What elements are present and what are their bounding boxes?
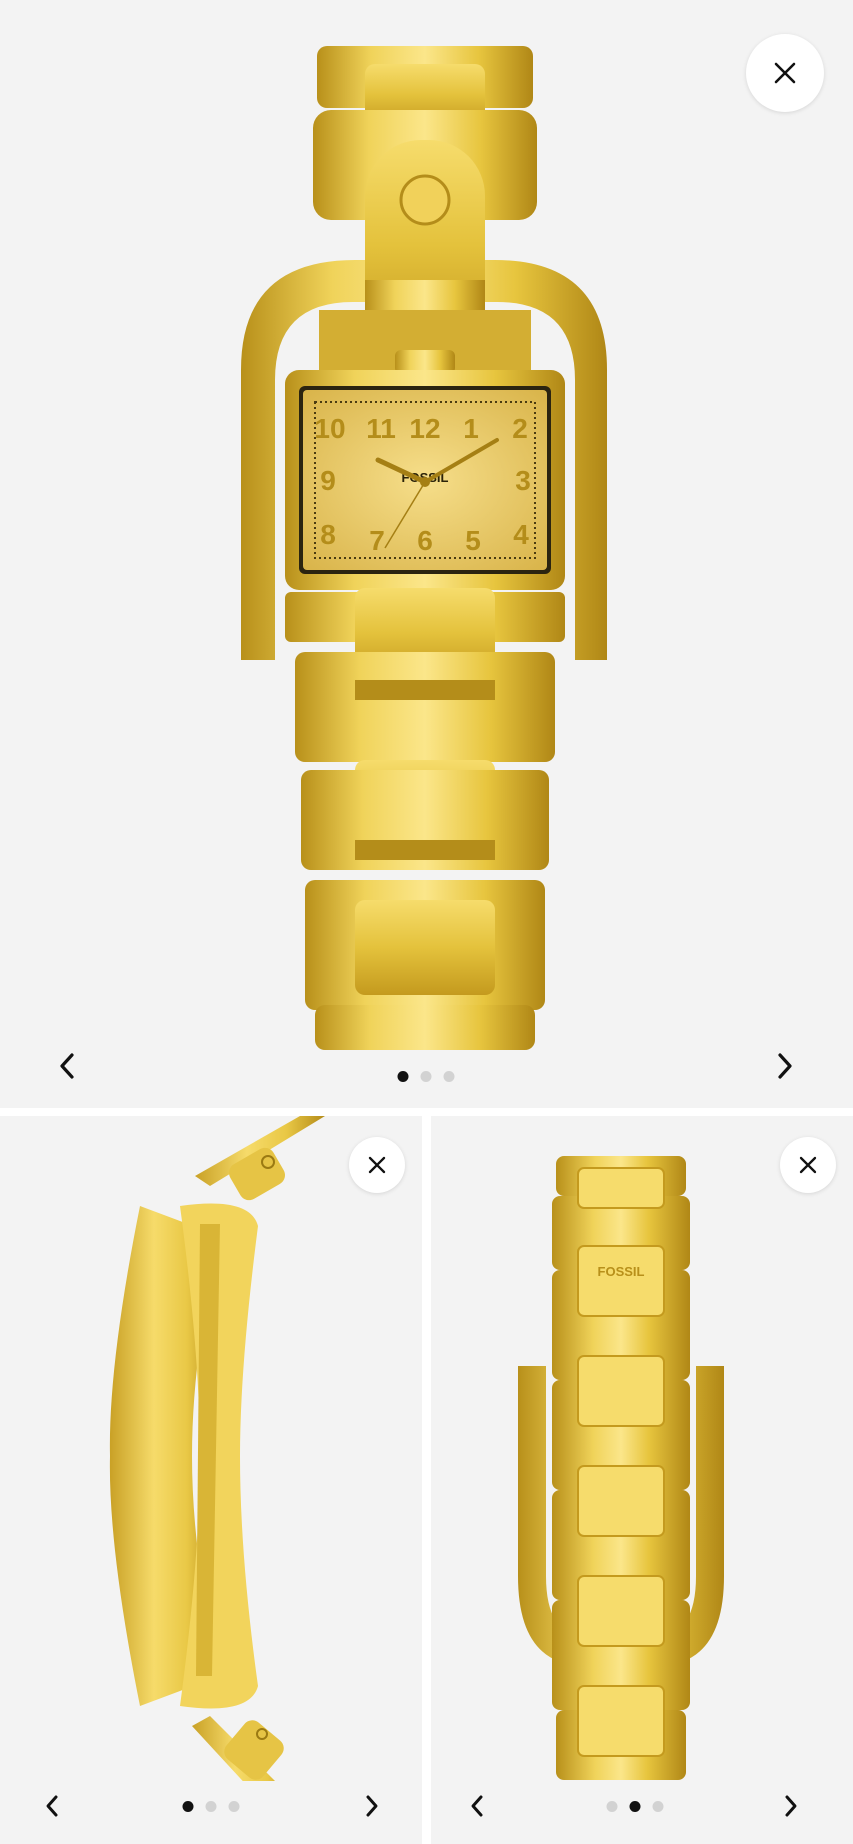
pagination-dot-1[interactable]: [606, 1801, 618, 1812]
previous-image-button[interactable]: [457, 1786, 497, 1826]
dial-numeral: 7: [369, 525, 385, 556]
pagination-dot-3[interactable]: [652, 1801, 664, 1812]
chevron-left-icon: [471, 1795, 483, 1817]
dial-numeral: 10: [314, 413, 345, 444]
main-image-viewer: 10 11 12 1 2 9 3 8 7 6 5 4 FOSSIL: [0, 0, 853, 1108]
watch-side-image: [100, 1116, 330, 1816]
chevron-left-icon: [46, 1795, 58, 1817]
previous-image-button[interactable]: [32, 1786, 72, 1826]
thumbnail-viewer-back: FOSSIL: [431, 1116, 853, 1844]
chevron-left-icon: [60, 1053, 74, 1079]
previous-image-button[interactable]: [47, 1046, 87, 1086]
carousel-pagination: [182, 1801, 240, 1812]
pagination-dot-1[interactable]: [182, 1801, 194, 1812]
close-icon: [774, 62, 796, 84]
dial-numeral: 5: [465, 525, 481, 556]
close-icon: [799, 1156, 817, 1174]
brand-logo-text: FOSSIL: [598, 1264, 645, 1279]
chevron-right-icon: [366, 1795, 378, 1817]
pagination-dot-2[interactable]: [420, 1071, 432, 1082]
dial-numeral: 11: [366, 413, 396, 444]
pagination-dot-2[interactable]: [629, 1801, 641, 1812]
dial-numeral: 4: [513, 519, 529, 550]
dial-numeral: 1: [463, 413, 479, 444]
watch-back-image: FOSSIL: [516, 1156, 726, 1786]
carousel-pagination: [606, 1801, 664, 1812]
pagination-dot-1[interactable]: [397, 1071, 409, 1082]
watch-front-image: 10 11 12 1 2 9 3 8 7 6 5 4 FOSSIL: [235, 40, 615, 1055]
dial-numeral: 6: [417, 525, 433, 556]
dial-numeral: 12: [409, 413, 440, 444]
close-button[interactable]: [780, 1137, 836, 1193]
dial-numeral: 8: [320, 519, 336, 550]
next-image-button[interactable]: [771, 1786, 811, 1826]
chevron-right-icon: [778, 1053, 792, 1079]
close-icon: [368, 1156, 386, 1174]
dial-numeral: 3: [515, 465, 531, 496]
dial-numeral: 9: [320, 465, 336, 496]
close-button[interactable]: [746, 34, 824, 112]
pagination-dot-3[interactable]: [228, 1801, 240, 1812]
next-image-button[interactable]: [765, 1046, 805, 1086]
close-button[interactable]: [349, 1137, 405, 1193]
pagination-dot-2[interactable]: [205, 1801, 217, 1812]
dial-numeral: 2: [512, 413, 528, 444]
chevron-right-icon: [785, 1795, 797, 1817]
next-image-button[interactable]: [352, 1786, 392, 1826]
carousel-pagination: [397, 1071, 455, 1082]
pagination-dot-3[interactable]: [443, 1071, 455, 1082]
thumbnail-viewer-side: [0, 1116, 422, 1844]
